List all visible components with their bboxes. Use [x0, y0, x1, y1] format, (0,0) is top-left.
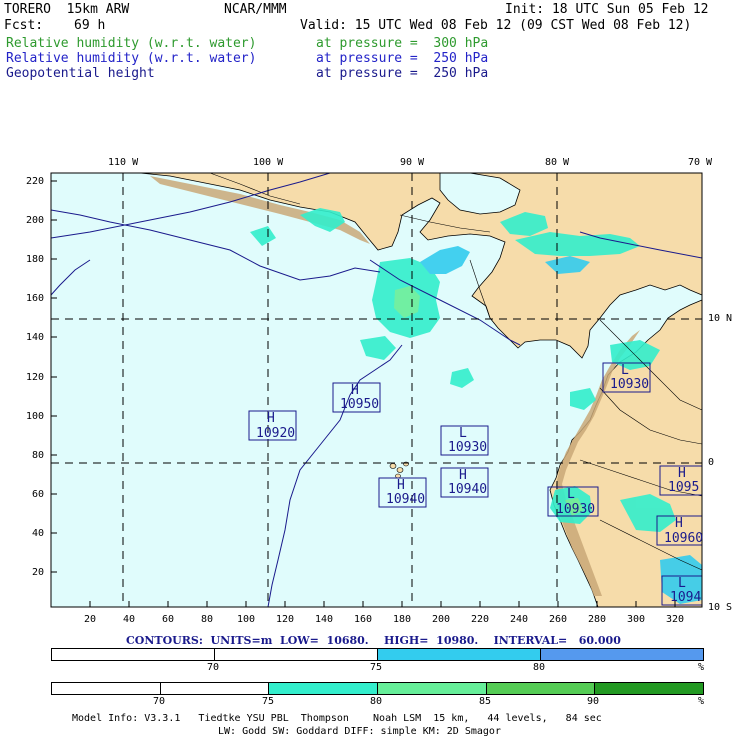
colorbar-rh-300-bin-6	[595, 683, 704, 694]
y-tick-200: 200	[26, 215, 45, 226]
x-tick-220: 220	[471, 614, 490, 625]
colorbar-rh-250-label-70: 70	[207, 662, 220, 673]
y-tick-60: 60	[32, 489, 45, 500]
center-type-7: L	[567, 487, 575, 502]
colorbar-rh-300-bin-5	[486, 683, 596, 694]
contour-info: CONTOURS: UNITS=m LOW= 10680. HIGH= 1098…	[126, 634, 621, 647]
colorbar-rh-300	[51, 682, 704, 695]
x-tick-180: 180	[393, 614, 412, 625]
colorbar-rh-250-bin-3	[378, 649, 541, 660]
colorbar-rh-250-label-75: 75	[370, 662, 383, 673]
lon-label-90w: 90 W	[400, 157, 425, 168]
x-tick-320: 320	[666, 614, 685, 625]
colorbar-rh-300-label-70: 70	[153, 696, 166, 707]
center-value-3: 10930	[448, 440, 488, 455]
center-value-2: 10920	[256, 426, 296, 441]
x-tick-200: 200	[432, 614, 451, 625]
colorbar-rh-250	[51, 648, 704, 661]
lat-label-10n: 10 N	[708, 313, 733, 324]
center-value-5: 10940	[386, 492, 426, 507]
y-tick-40: 40	[32, 528, 45, 539]
y-tick-220: 220	[26, 176, 45, 187]
lon-label-100w: 100 W	[253, 157, 284, 168]
weather-map	[50, 172, 703, 608]
center-value-8: 1095	[668, 480, 700, 495]
center-type-4: L	[621, 363, 629, 378]
x-tick-20: 20	[84, 614, 97, 625]
colorbar-rh-250-label-80: 80	[533, 662, 546, 673]
lat-label-10s: 10 S	[708, 602, 733, 613]
colorbar-rh-300-label-80: 80	[370, 696, 383, 707]
colorbar-rh-300-bin-1	[52, 683, 161, 694]
center-type-8: H	[678, 466, 686, 481]
y-tick-100: 100	[26, 411, 45, 422]
center-type-10: L	[678, 576, 686, 591]
colorbar-rh-250-label-pct: %	[698, 662, 705, 673]
colorbar-rh-300-bin-3	[269, 683, 379, 694]
colorbar-rh-250-bin-1	[52, 649, 215, 660]
colorbar-rh-300-label-pct: %	[698, 696, 705, 707]
x-tick-40: 40	[123, 614, 136, 625]
y-tick-20: 20	[32, 567, 45, 578]
x-tick-100: 100	[237, 614, 256, 625]
center-type-1: H	[351, 383, 359, 398]
lon-label-80w: 80 W	[545, 157, 570, 168]
center-value-4: 10930	[610, 377, 650, 392]
colorbar-rh-300-bin-2	[160, 683, 270, 694]
center-value-10: 1094	[670, 590, 702, 605]
lon-label-70w: 70 W	[688, 157, 713, 168]
x-tick-240: 240	[510, 614, 529, 625]
x-tick-80: 80	[201, 614, 214, 625]
colorbar-rh-250-bin-4	[541, 649, 703, 660]
lon-label-110w: 110 W	[108, 157, 139, 168]
center-type-3: L	[459, 426, 467, 441]
center-type-5: H	[397, 478, 405, 493]
physics-info: LW: Godd SW: Goddard DIFF: simple KM: 2D…	[218, 726, 501, 737]
colorbar-rh-250-bin-2	[215, 649, 378, 660]
y-tick-140: 140	[26, 332, 45, 343]
x-tick-120: 120	[276, 614, 295, 625]
y-tick-160: 160	[26, 293, 45, 304]
center-value-7: 10930	[556, 502, 596, 517]
x-tick-260: 260	[549, 614, 568, 625]
center-value-1: 10950	[340, 397, 380, 412]
colorbar-rh-300-bin-4	[378, 683, 487, 694]
center-type-9: H	[675, 516, 683, 531]
lat-label-0: 0	[708, 457, 715, 468]
model-info: Model Info: V3.3.1 Tiedtke YSU PBL Thomp…	[72, 713, 602, 724]
x-tick-160: 160	[354, 614, 373, 625]
colorbar-rh-300-label-75: 75	[262, 696, 275, 707]
colorbar-rh-300-label-85: 85	[479, 696, 492, 707]
x-tick-300: 300	[627, 614, 646, 625]
x-tick-280: 280	[588, 614, 607, 625]
colorbar-rh-300-label-90: 90	[587, 696, 600, 707]
center-value-9: 10960	[664, 531, 704, 546]
x-tick-60: 60	[162, 614, 175, 625]
center-type-2: H	[267, 411, 275, 426]
y-tick-120: 120	[26, 372, 45, 383]
x-tick-140: 140	[315, 614, 334, 625]
y-tick-180: 180	[26, 254, 45, 265]
center-type-6: H	[459, 468, 467, 483]
center-value-6: 10940	[448, 482, 488, 497]
y-tick-80: 80	[32, 450, 45, 461]
